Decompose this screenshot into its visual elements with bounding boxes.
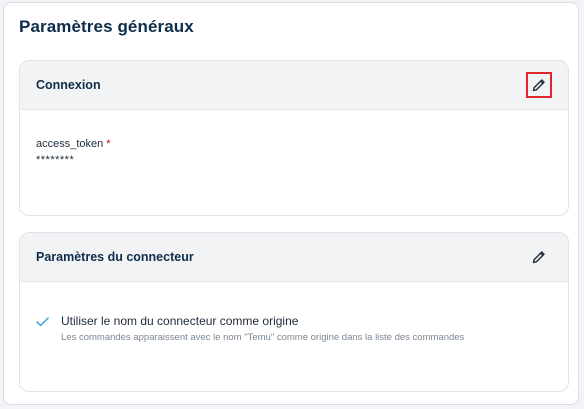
connector-settings-card: Paramètres du connecteur Utiliser le nom… [19,232,569,392]
page-title: Paramètres généraux [19,17,194,36]
connection-card: Connexion access_token * ******** [19,60,569,216]
pencil-icon [532,79,545,92]
access-token-label-text: access_token [36,138,104,150]
access-token-label: access_token * [36,138,111,150]
edit-connection-button[interactable] [526,72,552,98]
connection-card-header: Connexion [20,61,568,110]
connector-settings-card-title: Paramètres du connecteur [36,250,194,264]
required-mark: * [106,138,111,150]
use-connector-name-option-label: Utiliser le nom du connecteur comme orig… [61,314,299,328]
general-settings-panel: Paramètres généraux Connexion access_tok… [3,2,579,405]
connection-card-title: Connexion [36,78,101,92]
edit-connector-settings-button[interactable] [526,244,552,270]
connector-settings-card-header: Paramètres du connecteur [20,233,568,282]
pencil-icon [532,251,545,264]
use-connector-name-option-description: Les commandes apparaissent avec le nom "… [61,332,465,343]
access-token-value: ******** [36,154,75,166]
checkmark-icon [36,317,49,327]
